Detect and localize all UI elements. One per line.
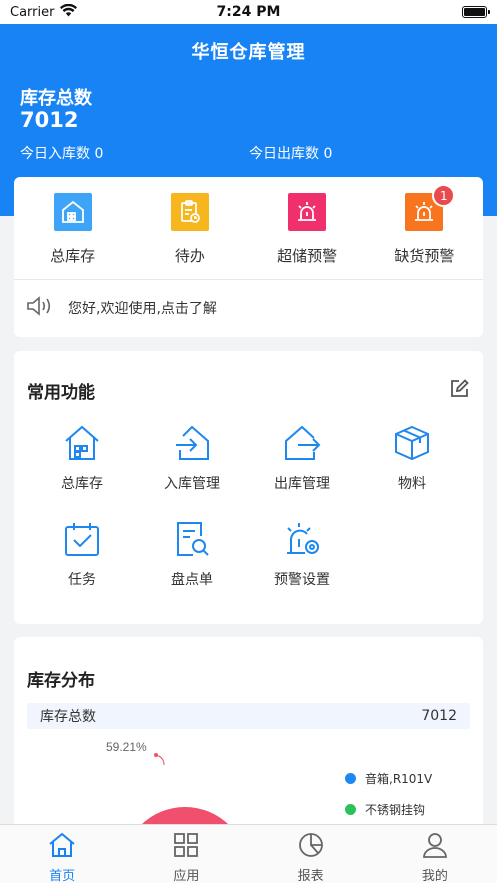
quick-shortage-alert[interactable]: 1 缺货预警: [366, 177, 483, 279]
quick-label: 缺货预警: [394, 247, 455, 265]
stock-total-label: 库存总数: [20, 88, 92, 109]
func-task[interactable]: 任务: [27, 519, 137, 589]
tab-label: 应用: [173, 869, 200, 883]
app-title: 华恒仓库管理: [191, 42, 306, 63]
quick-todo[interactable]: 待办: [131, 177, 248, 279]
warehouse-icon: [53, 193, 92, 231]
tab-label: 报表: [297, 869, 324, 883]
pie-chart: 59.21%: [14, 737, 483, 837]
speaker-icon: [26, 295, 56, 321]
func-label: 盘点单: [171, 572, 213, 588]
legend-item: 音箱,R101V: [345, 770, 432, 787]
quick-total-stock[interactable]: 总库存: [14, 177, 131, 279]
notice-bar[interactable]: 您好,欢迎使用,点击了解: [14, 279, 483, 335]
quick-actions-card: 总库存 待办 超储预警 1 缺货预警 您好,欢迎使用,点击了解: [14, 177, 483, 337]
wifi-icon: [60, 3, 78, 21]
tab-label: 首页: [49, 869, 76, 883]
func-total-stock[interactable]: 总库存: [27, 423, 137, 493]
alarm-light-icon: [288, 193, 327, 231]
stock-total-value: 7012: [20, 108, 79, 132]
alarm-settings-icon: [282, 519, 322, 559]
func-material[interactable]: 物料: [357, 423, 467, 493]
section-title: 库存分布: [27, 671, 95, 691]
user-icon: [422, 832, 448, 862]
box-icon: [392, 423, 432, 463]
inbound-icon: [172, 423, 212, 463]
outbound-icon: [282, 423, 322, 463]
status-time: 7:24 PM: [216, 4, 281, 20]
pie-data-label: 59.21%: [106, 740, 147, 754]
home-icon: [48, 832, 76, 862]
section-title: 常用功能: [27, 383, 95, 403]
document-search-icon: [172, 519, 212, 559]
distribution-header-value: 7012: [421, 708, 457, 724]
status-bar: Carrier 7:24 PM: [0, 0, 497, 24]
legend-dot: [345, 804, 356, 815]
distribution-header-label: 库存总数: [40, 709, 96, 725]
today-inbound-count: 今日入库数 0: [20, 146, 104, 162]
tab-label: 我的: [421, 869, 448, 883]
func-outbound[interactable]: 出库管理: [247, 423, 357, 493]
tab-home[interactable]: 首页: [0, 825, 124, 883]
bottom-tab-bar: 首页 应用 报表 我的: [0, 824, 497, 883]
inventory-distribution-card: 库存分布 库存总数 7012 59.21% 音箱,R101V 不锈钢挂钩: [14, 637, 483, 837]
func-label: 任务: [68, 572, 96, 588]
func-label: 总库存: [61, 476, 103, 492]
edit-icon[interactable]: [449, 379, 469, 403]
function-grid: 总库存 入库管理 出库管理 物料 任务 盘点单 预警设置: [27, 423, 467, 589]
notice-text: 您好,欢迎使用,点击了解: [68, 300, 217, 317]
pie-chart-icon: [298, 832, 324, 862]
common-functions-card: 常用功能 总库存 入库管理 出库管理 物料 任务 盘点单 预警设置: [14, 351, 483, 624]
legend-label: 音箱,R101V: [365, 772, 433, 786]
func-label: 物料: [398, 476, 426, 492]
grid-icon: [173, 832, 199, 862]
distribution-header-row: 库存总数 7012: [27, 703, 470, 729]
quick-label: 总库存: [50, 247, 96, 265]
alarm-light-icon: 1: [405, 184, 456, 231]
func-label: 预警设置: [274, 572, 330, 588]
tab-profile[interactable]: 我的: [373, 825, 497, 883]
quick-label: 待办: [174, 247, 205, 265]
tab-apps[interactable]: 应用: [124, 825, 248, 883]
func-stocktake[interactable]: 盘点单: [137, 519, 247, 589]
clipboard-clock-icon: [170, 193, 209, 231]
notification-badge: 1: [432, 184, 456, 207]
quick-overstock-alert[interactable]: 超储预警: [249, 177, 366, 279]
warehouse-icon: [62, 423, 102, 463]
battery-icon: [462, 6, 490, 18]
today-outbound-count: 今日出库数 0: [249, 146, 333, 162]
legend-dot: [345, 773, 356, 784]
carrier-text: Carrier: [10, 4, 55, 20]
calendar-check-icon: [62, 519, 102, 559]
func-label: 出库管理: [274, 476, 330, 492]
legend-item: 不锈钢挂钩: [345, 801, 425, 818]
tab-reports[interactable]: 报表: [249, 825, 373, 883]
func-label: 入库管理: [164, 476, 220, 492]
status-left: Carrier: [10, 3, 78, 21]
func-alert-settings[interactable]: 预警设置: [247, 519, 357, 589]
legend-label: 不锈钢挂钩: [365, 803, 426, 817]
func-inbound[interactable]: 入库管理: [137, 423, 247, 493]
quick-label: 超储预警: [277, 247, 338, 265]
